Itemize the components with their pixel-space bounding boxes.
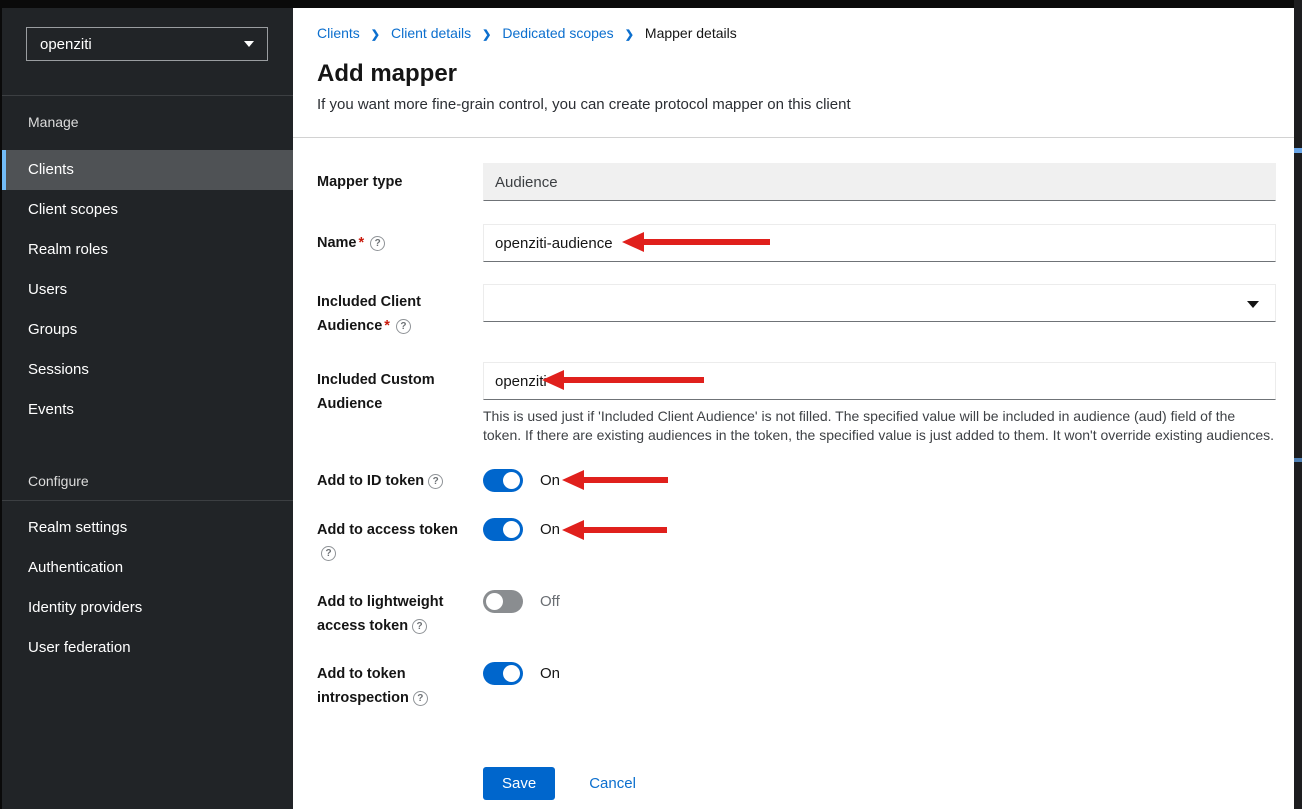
mapper-type-label: Mapper type — [317, 163, 479, 201]
breadcrumb-client-details[interactable]: Client details — [391, 25, 471, 41]
realm-selector-value: openziti — [40, 36, 92, 53]
sidebar-item-identity-providers[interactable]: Identity providers — [2, 588, 293, 628]
scrollbar-mark — [1294, 458, 1302, 462]
included-custom-audience-label: Included Custom Audience — [317, 368, 479, 416]
add-to-access-token-toggle[interactable] — [483, 518, 523, 541]
sidebar-item-users[interactable]: Users — [2, 270, 293, 310]
toggle-knob — [503, 472, 520, 489]
breadcrumb-clients[interactable]: Clients — [317, 25, 360, 41]
scrollbar-mark — [1294, 148, 1302, 153]
mapper-type-row: Mapper type — [317, 163, 1276, 201]
nav-section-configure: Configure — [28, 469, 89, 493]
required-indicator: * — [359, 235, 365, 251]
add-to-access-token-state: On — [540, 518, 560, 541]
sidebar-item-realm-roles[interactable]: Realm roles — [2, 230, 293, 270]
nav-group-configure: Realm settings Authentication Identity p… — [2, 508, 293, 668]
nav-group-manage: Clients Client scopes Realm roles Users … — [2, 150, 293, 430]
sidebar-item-sessions[interactable]: Sessions — [2, 350, 293, 390]
realm-selector-dropdown[interactable]: openziti — [26, 27, 268, 61]
save-button[interactable]: Save — [483, 767, 555, 800]
page-title: Add mapper — [317, 60, 457, 88]
question-circle-icon[interactable]: ? — [428, 474, 443, 489]
question-circle-icon[interactable]: ? — [413, 691, 428, 706]
add-to-id-token-state: On — [540, 469, 560, 492]
scrollbar[interactable] — [1294, 0, 1302, 809]
sidebar-nav: openziti Manage Clients Client scopes Re… — [0, 8, 293, 809]
add-to-token-introspection-row: Add to token introspection? On — [317, 662, 1276, 710]
chevron-right-icon: ❯ — [371, 28, 380, 41]
name-input[interactable] — [483, 224, 1276, 262]
question-circle-icon[interactable]: ? — [321, 546, 336, 561]
question-circle-icon[interactable]: ? — [370, 236, 385, 251]
sidebar-item-clients[interactable]: Clients — [2, 150, 293, 190]
toggle-knob — [503, 521, 520, 538]
breadcrumb: Clients ❯ Client details ❯ Dedicated sco… — [317, 25, 737, 41]
included-client-audience-row: Included Client Audience*? — [317, 284, 1276, 330]
add-to-id-token-label: Add to ID token? — [317, 469, 479, 493]
mapper-type-field[interactable] — [483, 163, 1276, 201]
add-to-lightweight-access-token-toggle[interactable] — [483, 590, 523, 613]
included-custom-audience-help-text: This is used just if 'Included Client Au… — [483, 407, 1276, 445]
sidebar-item-realm-settings[interactable]: Realm settings — [2, 508, 293, 548]
sidebar-item-authentication[interactable]: Authentication — [2, 548, 293, 588]
sidebar-item-groups[interactable]: Groups — [2, 310, 293, 350]
sidebar-item-client-scopes[interactable]: Client scopes — [2, 190, 293, 230]
name-label: Name*? — [317, 224, 479, 262]
cancel-button[interactable]: Cancel — [589, 775, 636, 792]
sidebar-item-events[interactable]: Events — [2, 390, 293, 430]
toggle-knob — [486, 593, 503, 610]
add-to-id-token-row: Add to ID token? On — [317, 469, 1276, 493]
question-circle-icon[interactable]: ? — [396, 319, 411, 334]
header-divider — [293, 137, 1294, 138]
breadcrumb-dedicated-scopes[interactable]: Dedicated scopes — [502, 25, 613, 41]
add-to-token-introspection-toggle[interactable] — [483, 662, 523, 685]
add-to-lightweight-access-token-state: Off — [540, 590, 560, 613]
question-circle-icon[interactable]: ? — [412, 619, 427, 634]
add-to-access-token-label: Add to access token ? — [317, 518, 479, 542]
add-to-id-token-toggle[interactable] — [483, 469, 523, 492]
caret-down-icon — [1247, 301, 1259, 308]
sidebar-divider — [2, 500, 293, 501]
chevron-right-icon: ❯ — [625, 28, 634, 41]
chevron-right-icon: ❯ — [482, 28, 491, 41]
included-client-audience-label: Included Client Audience*? — [317, 290, 479, 338]
form-actions: Save Cancel — [317, 765, 1276, 801]
name-row: Name*? — [317, 224, 1276, 262]
included-custom-audience-input[interactable] — [483, 362, 1276, 400]
sidebar-item-user-federation[interactable]: User federation — [2, 628, 293, 668]
sidebar-divider — [2, 95, 293, 96]
add-to-lightweight-access-token-row: Add to lightweight access token? Off — [317, 590, 1276, 638]
chevron-down-icon — [244, 41, 254, 47]
main-content: Clients ❯ Client details ❯ Dedicated sco… — [293, 8, 1294, 809]
page-subtitle: If you want more fine-grain control, you… — [317, 96, 851, 113]
add-to-token-introspection-label: Add to token introspection? — [317, 662, 479, 710]
toggle-knob — [503, 665, 520, 682]
top-bar — [0, 0, 1302, 8]
breadcrumb-mapper-details: Mapper details — [645, 25, 737, 41]
included-client-audience-select[interactable] — [483, 284, 1276, 322]
add-to-access-token-row: Add to access token ? On — [317, 518, 1276, 566]
add-to-lightweight-access-token-label: Add to lightweight access token? — [317, 590, 479, 638]
required-indicator: * — [384, 318, 390, 334]
nav-section-manage: Manage — [28, 110, 79, 134]
add-to-token-introspection-state: On — [540, 662, 560, 685]
